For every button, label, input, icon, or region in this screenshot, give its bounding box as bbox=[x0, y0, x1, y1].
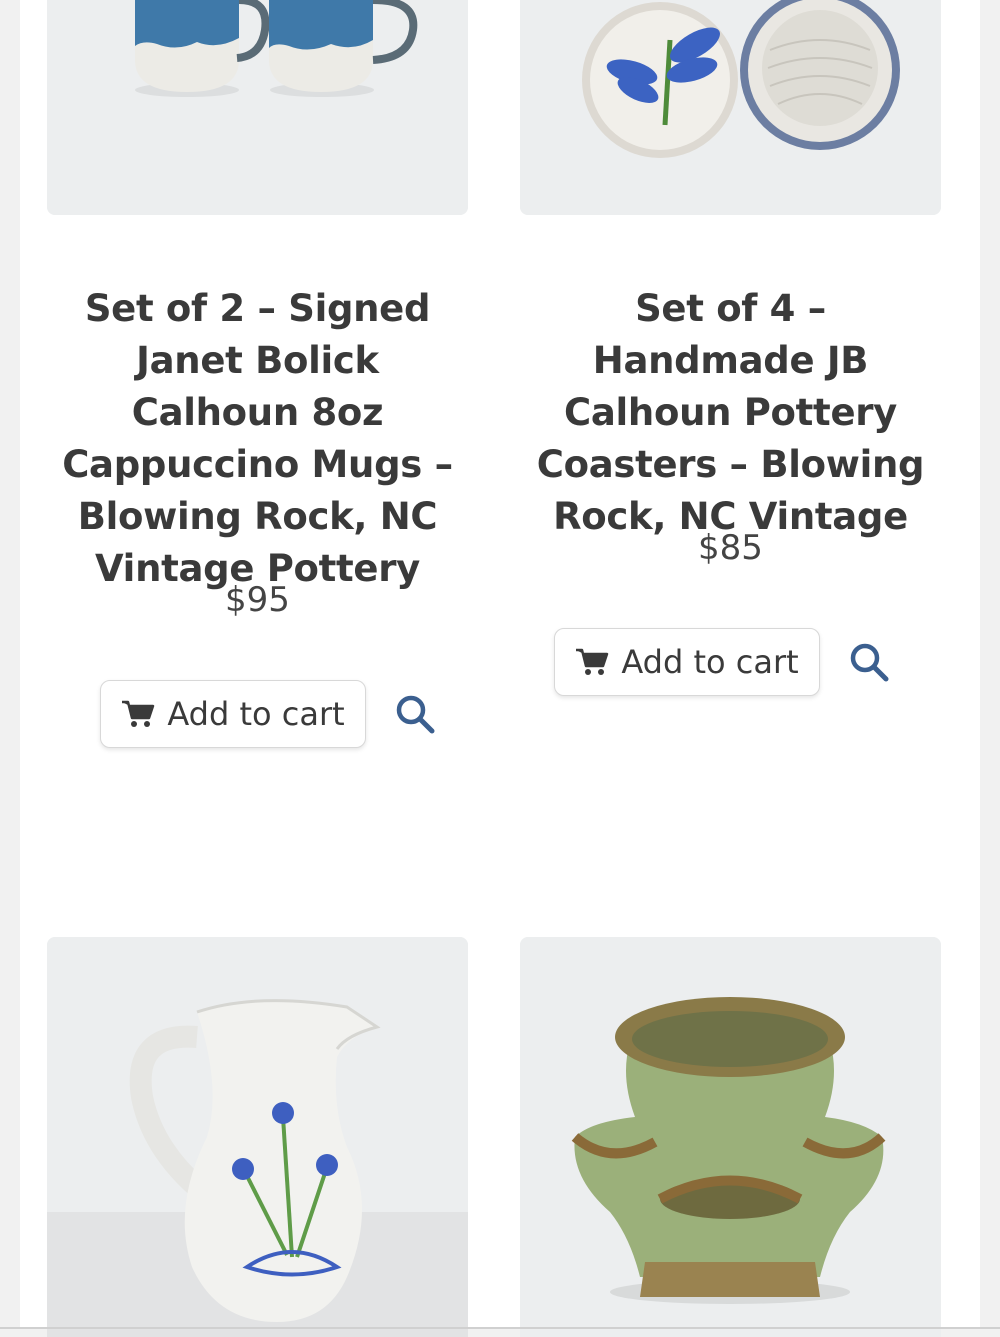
product-image-coasters[interactable] bbox=[520, 0, 941, 215]
product-image-pitcher[interactable] bbox=[47, 937, 468, 1337]
product-title[interactable]: Set of 2 – Signed Janet Bolick Calhoun 8… bbox=[47, 283, 468, 595]
product-image-strawberry-pot[interactable] bbox=[520, 937, 941, 1337]
quick-view-search-button[interactable] bbox=[847, 640, 891, 684]
mugs-image bbox=[47, 0, 468, 215]
scrollbar[interactable] bbox=[980, 0, 1000, 1329]
coasters-image bbox=[520, 0, 941, 215]
add-to-cart-label: Add to cart bbox=[621, 643, 798, 681]
product-price: $85 bbox=[520, 528, 941, 568]
shopping-cart-icon bbox=[121, 699, 155, 729]
magnifier-icon bbox=[847, 640, 891, 684]
add-to-cart-button[interactable]: Add to cart bbox=[100, 680, 366, 748]
shopping-cart-icon bbox=[575, 647, 609, 677]
add-to-cart-button[interactable]: Add to cart bbox=[554, 628, 820, 696]
product-grid-page: Set of 2 – Signed Janet Bolick Calhoun 8… bbox=[20, 0, 980, 1329]
product-title[interactable]: Set of 4 – Handmade JB Calhoun Pottery C… bbox=[520, 283, 941, 543]
quick-view-search-button[interactable] bbox=[393, 692, 437, 736]
strawberry-pot-image bbox=[520, 937, 941, 1337]
product-price: $95 bbox=[47, 580, 468, 620]
product-image-mugs[interactable] bbox=[47, 0, 468, 215]
add-to-cart-label: Add to cart bbox=[167, 695, 344, 733]
pitcher-image bbox=[47, 937, 468, 1337]
magnifier-icon bbox=[393, 692, 437, 736]
